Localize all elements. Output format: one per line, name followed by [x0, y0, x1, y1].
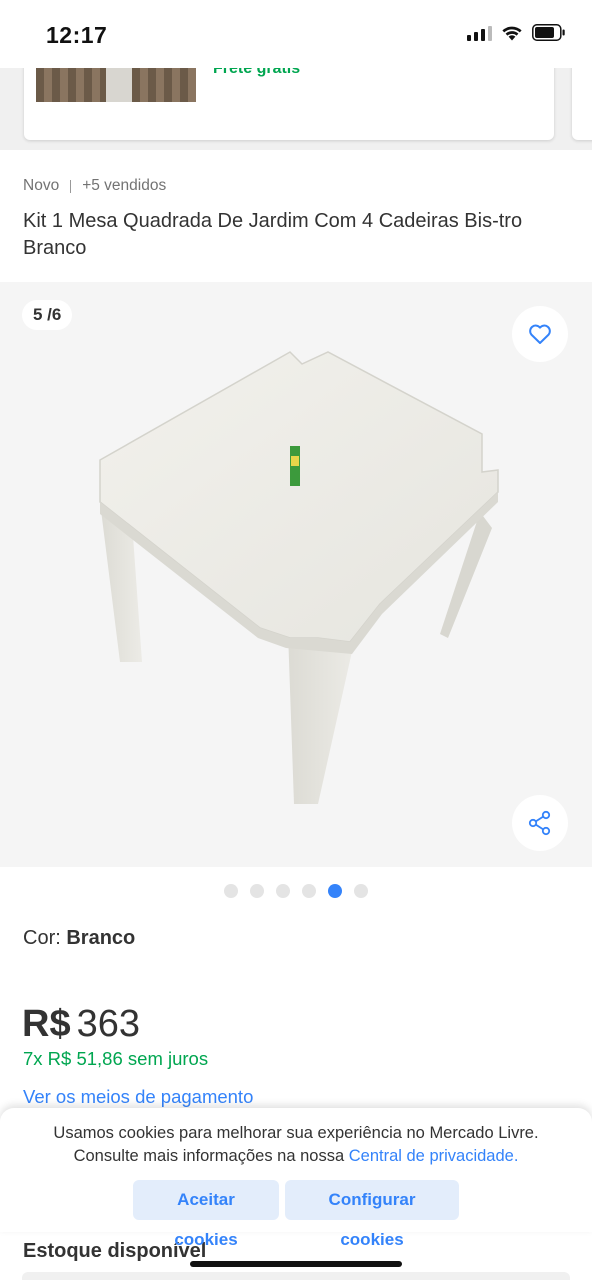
heart-outline-icon [529, 324, 551, 344]
favorite-button[interactable] [512, 306, 568, 362]
related-product-card[interactable]: Frete grátis [24, 68, 554, 140]
cookie-banner: Usamos cookies para melhorar sua experiê… [0, 1108, 592, 1249]
product-image [99, 351, 499, 804]
home-indicator [190, 1261, 402, 1267]
related-products-strip: Frete grátis [0, 68, 592, 150]
battery-icon [532, 24, 565, 41]
payment-methods-link[interactable]: Ver os meios de pagamento [23, 1086, 253, 1108]
share-button[interactable] [512, 795, 568, 851]
gallery-pagination [0, 884, 592, 898]
accept-cookies-button[interactable]: Aceitar cookies [133, 1180, 279, 1249]
pagination-dot[interactable] [276, 884, 290, 898]
cellular-signal-icon [467, 25, 492, 41]
status-bar: 12:17 [0, 0, 592, 68]
share-icon [528, 810, 551, 836]
cookie-message-line1: Usamos cookies para melhorar sua experiê… [53, 1124, 539, 1142]
cookie-message: Usamos cookies para melhorar sua experiê… [0, 1122, 592, 1168]
price-amount: 363 [76, 1003, 140, 1045]
cookie-actions: Aceitar cookies Configurar cookies [0, 1180, 592, 1249]
free-shipping-label: Frete grátis [213, 68, 301, 77]
product-title: Kit 1 Mesa Quadrada De Jardim Com 4 Cade… [23, 210, 523, 259]
installments-info: 7x R$ 51,86 sem juros [23, 1048, 209, 1069]
status-time: 12:17 [46, 22, 108, 48]
image-gallery[interactable]: 5 /6 [0, 282, 592, 867]
pagination-dot[interactable] [250, 884, 264, 898]
cookie-message-line2: Consulte mais informações na nossa Centr… [0, 1145, 592, 1168]
privacy-center-link[interactable]: Central de privacidade. [349, 1147, 519, 1165]
wifi-icon [502, 26, 522, 40]
configure-cookies-button[interactable]: Configurar cookies [285, 1180, 459, 1249]
color-label: Cor: [23, 927, 61, 949]
color-selection: Cor: Branco [23, 927, 135, 950]
stock-selector[interactable] [22, 1272, 570, 1280]
color-value: Branco [66, 927, 136, 949]
product-header: Novo +5 vendidos Kit 1 Mesa Quadrada De … [0, 150, 592, 282]
related-product-thumbnail [36, 68, 196, 102]
product-price: R$ 363 [22, 1003, 140, 1046]
cookie-message-prefix: Consulte mais informações na nossa [73, 1147, 345, 1165]
pagination-dot[interactable] [354, 884, 368, 898]
sold-count: +5 vendidos [82, 177, 167, 194]
image-counter: 5 /6 [22, 300, 73, 330]
status-icons [467, 24, 566, 41]
price-currency: R$ [22, 1003, 71, 1045]
pagination-dot[interactable] [302, 884, 316, 898]
pagination-dot-active[interactable] [328, 884, 342, 898]
pagination-dot[interactable] [224, 884, 238, 898]
divider [70, 179, 72, 193]
product-subtitle: Novo +5 vendidos [23, 177, 166, 195]
related-product-card-next[interactable] [572, 68, 592, 140]
condition-label: Novo [23, 177, 60, 194]
